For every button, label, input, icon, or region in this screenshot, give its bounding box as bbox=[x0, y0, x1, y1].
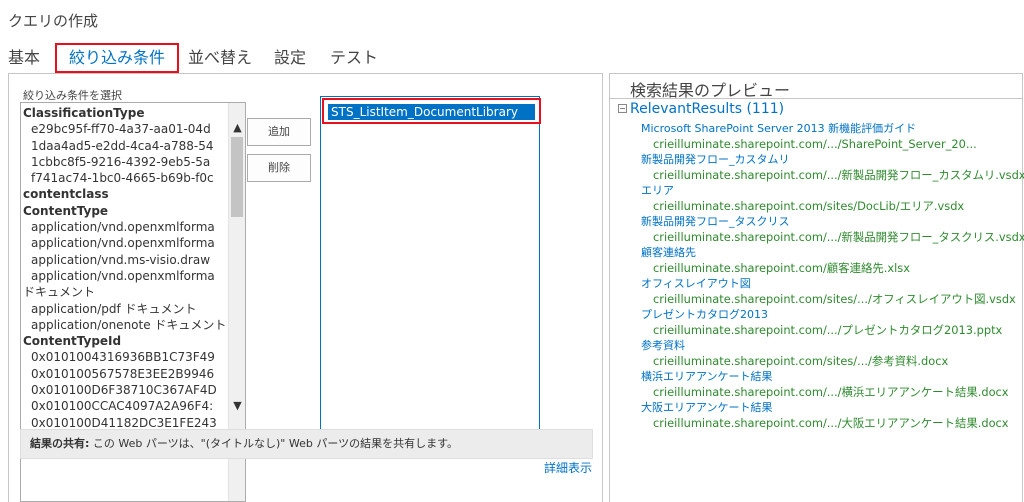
tab-filter[interactable]: 絞り込み条件 bbox=[55, 43, 179, 73]
result-url[interactable]: crieilluminate.sharepoint.com/sites/.../… bbox=[641, 291, 1021, 307]
result-url[interactable]: crieilluminate.sharepoint.com/.../新製品開発フ… bbox=[641, 167, 1024, 183]
tab-sort[interactable]: 並べ替え bbox=[188, 43, 252, 73]
page-title: クエリの作成 bbox=[8, 12, 99, 30]
filter-listbox-items: ClassificationType e29bc95f-ff70-4a37-aa0… bbox=[21, 105, 229, 431]
list-item[interactable]: 0x010100CCAC4097A2A96F4: bbox=[21, 398, 229, 414]
list-item[interactable]: ドキュメント bbox=[21, 284, 229, 300]
result-title-link[interactable]: 顧客連絡先 bbox=[641, 245, 1021, 260]
results-list: Microsoft SharePoint Server 2013 新機能評価ガイ… bbox=[641, 121, 1024, 431]
result-title-link[interactable]: プレゼントカタログ2013 bbox=[641, 307, 1021, 322]
scroll-down-icon[interactable]: ▼ bbox=[229, 397, 245, 414]
result-url[interactable]: crieilluminate.sharepoint.com/.../大阪エリアア… bbox=[641, 415, 1021, 431]
tab-bar: 基本 絞り込み条件 並べ替え 設定 テスト bbox=[0, 43, 400, 75]
preview-panel: 検索結果のプレビュー − RelevantResults (111) Micros… bbox=[609, 73, 1024, 502]
add-button[interactable]: 追加 bbox=[247, 118, 311, 146]
result-title-link[interactable]: オフィスレイアウト図 bbox=[641, 276, 1021, 291]
result-title-link[interactable]: Microsoft SharePoint Server 2013 新機能評価ガイ… bbox=[641, 121, 1021, 136]
list-item[interactable]: 0x010100D6F38710C367AF4D bbox=[21, 382, 229, 398]
result-url[interactable]: crieilluminate.sharepoint.com/顧客連絡先.xlsx bbox=[641, 260, 1021, 276]
selected-filter-item[interactable]: STS_ListItem_DocumentLibrary bbox=[328, 104, 535, 120]
list-group-header[interactable]: ContentTypeId bbox=[21, 333, 229, 349]
list-item[interactable]: 0x010100567578E3EE2B9946 bbox=[21, 366, 229, 382]
list-item[interactable]: application/onenote ドキュメント bbox=[21, 317, 229, 333]
results-heading[interactable]: − RelevantResults (111) bbox=[618, 101, 784, 117]
result-url[interactable]: crieilluminate.sharepoint.com/.../ShareP… bbox=[641, 136, 1021, 152]
select-filter-label: 絞り込み条件を選択 bbox=[23, 89, 122, 102]
result-title-link[interactable]: 横浜エリアアンケート結果 bbox=[641, 369, 1021, 384]
result-title-link[interactable]: 大阪エリアアンケート結果 bbox=[641, 400, 1021, 415]
list-group-header[interactable]: ContentType bbox=[21, 203, 229, 219]
selected-item-highlight: STS_ListItem_DocumentLibrary bbox=[322, 98, 541, 124]
list-group-header[interactable]: contentclass bbox=[21, 186, 229, 202]
collapse-icon[interactable]: − bbox=[618, 104, 627, 113]
delete-button[interactable]: 削除 bbox=[247, 154, 311, 182]
list-item[interactable]: 1daa4ad5-e2dd-4ca4-a788-54 bbox=[21, 138, 229, 154]
tab-settings[interactable]: 設定 bbox=[274, 43, 306, 73]
result-url[interactable]: crieilluminate.sharepoint.com/.../新製品開発フ… bbox=[641, 229, 1024, 245]
share-label: 結果の共有: bbox=[30, 437, 90, 450]
share-text: この Web パーツは、"(タイトルなし)" Web パーツの結果を共有します。 bbox=[92, 437, 459, 450]
preview-divider bbox=[610, 98, 1022, 99]
selected-filters-listbox[interactable]: STS_ListItem_DocumentLibrary bbox=[320, 96, 541, 431]
results-heading-label: RelevantResults (111) bbox=[630, 101, 785, 117]
list-item[interactable]: f741ac74-1bc0-4665-b69b-f0c bbox=[21, 170, 229, 186]
result-title-link[interactable]: エリア bbox=[641, 183, 1021, 198]
result-title-link[interactable]: 新製品開発フロー_カスタムリ bbox=[641, 152, 1021, 167]
advanced-mode-link[interactable]: 詳細表示 bbox=[544, 459, 592, 476]
list-item[interactable]: 0x0101004316936BB1C73F49 bbox=[21, 349, 229, 365]
result-url[interactable]: crieilluminate.sharepoint.com/.../プレゼントカ… bbox=[641, 322, 1021, 338]
result-share-bar: 結果の共有: この Web パーツは、"(タイトルなし)" Web パーツの結果… bbox=[20, 429, 593, 459]
list-item[interactable]: 1cbbc8f5-9216-4392-9eb5-5a bbox=[21, 154, 229, 170]
result-title-link[interactable]: 参考資料 bbox=[641, 338, 1021, 353]
scroll-up-icon[interactable]: ▲ bbox=[229, 119, 245, 136]
list-item[interactable]: e29bc95f-ff70-4a37-aa01-04d bbox=[21, 121, 229, 137]
list-group-header[interactable]: ClassificationType bbox=[21, 105, 229, 121]
list-item[interactable]: application/vnd.ms-visio.draw bbox=[21, 252, 229, 268]
list-item[interactable]: application/vnd.openxmlforma bbox=[21, 235, 229, 251]
result-url[interactable]: crieilluminate.sharepoint.com/sites/DocL… bbox=[641, 198, 1021, 214]
list-item[interactable]: application/pdf ドキュメント bbox=[21, 301, 229, 317]
filter-panel: 絞り込み条件を選択 ClassificationType e29bc95f-ff7… bbox=[8, 73, 603, 502]
list-item[interactable]: application/vnd.openxmlforma bbox=[21, 219, 229, 235]
result-title-link[interactable]: 新製品開発フロー_タスクリス bbox=[641, 214, 1021, 229]
tab-test[interactable]: テスト bbox=[330, 43, 378, 73]
list-item[interactable]: application/vnd.openxmlforma bbox=[21, 268, 229, 284]
tab-basic[interactable]: 基本 bbox=[8, 43, 40, 73]
result-url[interactable]: crieilluminate.sharepoint.com/.../横浜エリアア… bbox=[641, 384, 1021, 400]
result-url[interactable]: crieilluminate.sharepoint.com/sites/.../… bbox=[641, 353, 1021, 369]
scrollbar-thumb[interactable] bbox=[231, 137, 243, 217]
